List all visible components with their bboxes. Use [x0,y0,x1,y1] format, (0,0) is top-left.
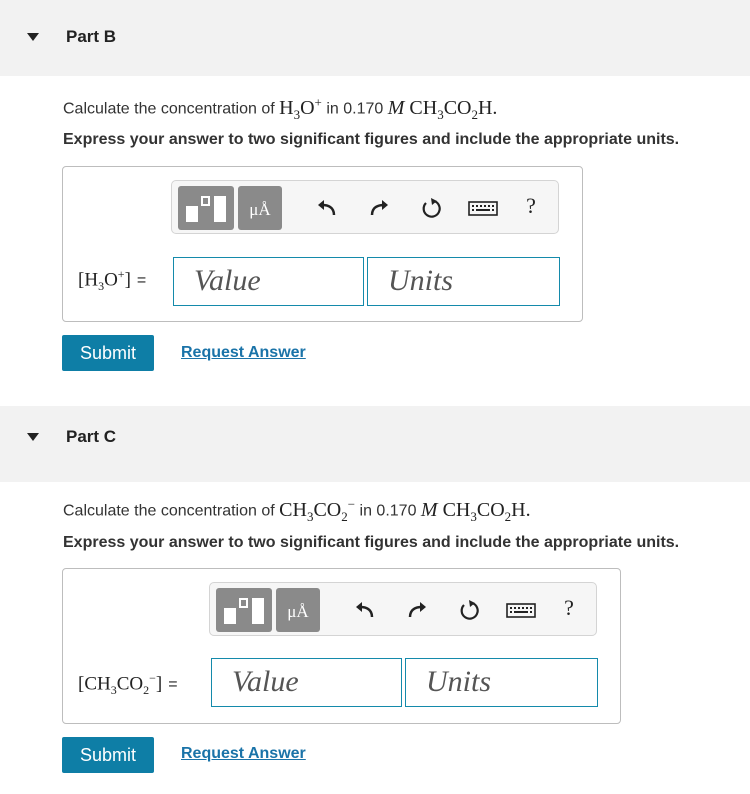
instruction-text: Express your answer to two significant f… [63,534,680,551]
undo-icon[interactable] [316,197,338,219]
part-title: Part B [66,27,117,46]
math-toolbar: μÅ ? [171,180,559,234]
units-button[interactable]: μÅ [238,186,282,230]
help-icon[interactable]: ? [558,595,580,620]
part-b-header[interactable]: Part B [0,0,750,76]
templates-button[interactable] [178,186,234,230]
submit-button[interactable]: Submit [62,335,154,371]
answer-box: μÅ ? [CH3CO2−] = Value Units [62,568,621,724]
units-input[interactable]: Units [405,658,598,707]
math-toolbar: μÅ ? [209,582,597,636]
request-answer-link[interactable]: Request Answer [181,745,306,763]
species-formula: H3O+ [279,94,322,122]
keyboard-icon[interactable] [506,599,536,621]
keyboard-icon[interactable] [468,197,498,219]
reset-icon[interactable] [458,599,480,621]
answer-label: [H3O+] = [78,267,147,294]
collapse-caret-icon[interactable] [27,33,39,41]
question-text: Calculate the concentration of H3O+ in 0… [63,94,498,122]
templates-button[interactable] [216,588,272,632]
species-formula: CH3CO2− [279,496,356,524]
redo-icon[interactable] [368,197,390,219]
question-text: Calculate the concentration of CH3CO2− i… [63,496,531,524]
redo-icon[interactable] [406,599,428,621]
help-icon[interactable]: ? [520,193,542,218]
answer-label: [CH3CO2−] = [78,671,178,698]
units-icon: μÅ [287,602,309,621]
submit-button[interactable]: Submit [62,737,154,773]
answer-box: μÅ ? [H3O+] = Value Units [62,166,583,322]
templates-icon [186,206,198,222]
undo-icon[interactable] [354,599,376,621]
units-button[interactable]: μÅ [276,588,320,632]
part-title: Part C [66,427,117,446]
reset-icon[interactable] [420,197,442,219]
collapse-caret-icon[interactable] [27,433,39,441]
units-icon: μÅ [249,200,271,219]
templates-icon [224,608,236,624]
units-input[interactable]: Units [367,257,560,306]
request-answer-link[interactable]: Request Answer [181,344,306,362]
instruction-text: Express your answer to two significant f… [63,131,680,148]
value-input[interactable]: Value [211,658,402,707]
value-input[interactable]: Value [173,257,364,306]
part-c-header[interactable]: Part C [0,406,750,482]
